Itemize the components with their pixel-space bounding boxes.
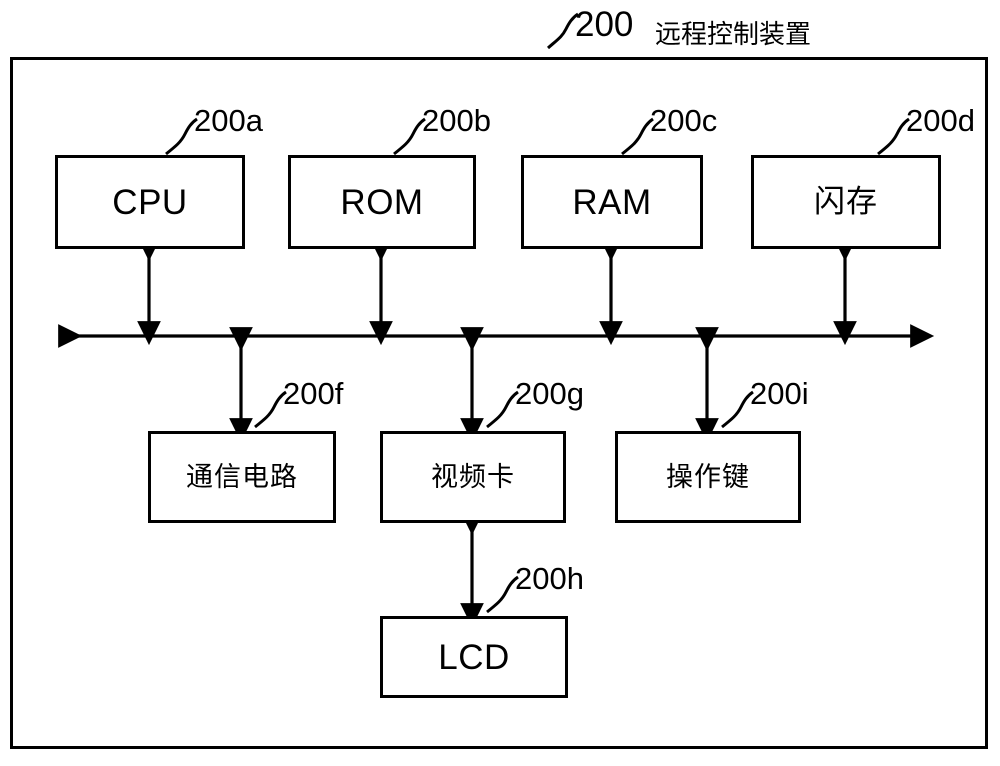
block-lcd-label: LCD xyxy=(438,637,510,677)
block-flash: 闪存 xyxy=(751,155,941,249)
block-video-card: 视频卡 xyxy=(380,431,566,523)
block-cpu-label: CPU xyxy=(112,182,188,222)
ref-200i: 200i xyxy=(750,376,809,411)
figure-title: 远程控制装置 xyxy=(655,20,812,50)
ref-200b: 200b xyxy=(422,103,491,138)
block-operation-keys: 操作键 xyxy=(615,431,801,523)
figure-canvas: 200 远程控制装置 CPU 200a ROM 200b RAM 200c 闪存… xyxy=(0,0,1000,766)
block-rom-label: ROM xyxy=(340,182,424,222)
block-lcd: LCD xyxy=(380,616,568,698)
ref-200h: 200h xyxy=(515,561,584,596)
block-ram: RAM xyxy=(521,155,703,249)
ref-200: 200 xyxy=(575,5,634,44)
block-flash-label: 闪存 xyxy=(814,183,878,220)
block-ram-label: RAM xyxy=(572,182,652,222)
block-video-card-label: 视频卡 xyxy=(431,461,515,493)
block-comm-circuit-label: 通信电路 xyxy=(186,461,298,493)
ref-200d: 200d xyxy=(906,103,975,138)
block-operation-keys-label: 操作键 xyxy=(666,461,750,493)
ref-200a: 200a xyxy=(194,103,263,138)
block-cpu: CPU xyxy=(55,155,245,249)
leader-200 xyxy=(547,12,579,50)
ref-200g: 200g xyxy=(515,376,584,411)
ref-200f: 200f xyxy=(283,376,344,411)
ref-200c: 200c xyxy=(650,103,718,138)
block-rom: ROM xyxy=(288,155,476,249)
block-comm-circuit: 通信电路 xyxy=(148,431,336,523)
